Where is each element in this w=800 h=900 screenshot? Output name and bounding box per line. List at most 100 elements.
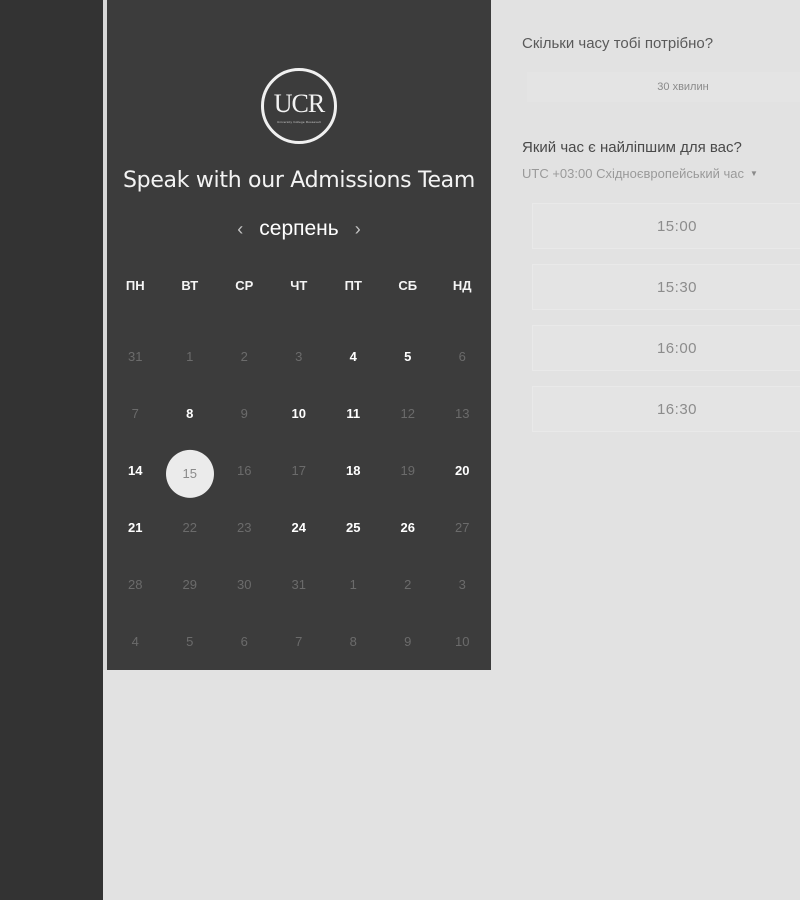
day-cell: 16 (217, 442, 272, 499)
day-cell[interactable]: 26 (381, 499, 436, 556)
day-number: 29 (182, 577, 197, 592)
day-cell[interactable]: 24 (272, 499, 327, 556)
day-cell: 6 (217, 613, 272, 670)
day-cell: 7 (272, 613, 327, 670)
day-number: 11 (346, 406, 361, 421)
day-number: 31 (291, 577, 306, 592)
month-navigation: ‹ серпень › (107, 217, 491, 241)
logo-subtitle: University College Roosevelt (277, 119, 321, 124)
day-cell[interactable]: 14 (108, 442, 163, 499)
panel-title: Speak with our Admissions Team (122, 168, 475, 193)
time-slot[interactable]: 15:30 (532, 264, 800, 310)
duration-option[interactable]: 30 хвилин (527, 72, 800, 102)
day-number: 28 (128, 577, 143, 592)
day-cell[interactable]: 10 (272, 385, 327, 442)
day-number: 5 (186, 634, 194, 649)
day-cell: 3 (435, 556, 490, 613)
day-cell: 1 (163, 328, 218, 385)
day-cell[interactable]: 21 (108, 499, 163, 556)
day-number: 17 (291, 463, 306, 478)
day-number: 1 (349, 577, 357, 592)
day-number: 22 (182, 520, 197, 535)
day-number: 20 (455, 463, 470, 478)
weekday-label: ВТ (181, 278, 199, 293)
day-cell[interactable]: 4 (326, 328, 381, 385)
time-slot[interactable]: 15:00 (532, 203, 800, 249)
day-number: 24 (291, 520, 306, 535)
logo-text: UCR (273, 88, 325, 118)
day-number: 3 (458, 577, 466, 592)
ucr-logo: UCR University College Roosevelt (261, 68, 337, 144)
day-cell: 4 (108, 613, 163, 670)
timezone-select[interactable]: UTC +03:00 Східноєвропейський час ▼ (522, 166, 758, 181)
day-cell: 29 (163, 556, 218, 613)
caret-down-icon: ▼ (749, 169, 758, 178)
day-cell: 31 (108, 328, 163, 385)
day-cell: 8 (326, 613, 381, 670)
day-number: 1 (186, 349, 194, 364)
day-cell[interactable]: 11 (326, 385, 381, 442)
day-cell: 13 (435, 385, 490, 442)
day-number: 9 (404, 634, 412, 649)
time-slot[interactable]: 16:00 (532, 325, 800, 371)
duration-question: Скільки часу тобі потрібно? (522, 35, 714, 52)
day-cell: 17 (272, 442, 327, 499)
day-number: 7 (131, 406, 139, 421)
day-number: 16 (237, 463, 252, 478)
month-label: серпень (259, 217, 339, 240)
day-cell[interactable]: 25 (326, 499, 381, 556)
day-cell: 12 (381, 385, 436, 442)
time-slot[interactable]: 16:30 (532, 386, 800, 432)
day-cell: 2 (381, 556, 436, 613)
day-number: 27 (455, 520, 470, 535)
day-number: 4 (349, 349, 357, 364)
day-number: 8 (186, 406, 194, 421)
day-number: 30 (237, 577, 252, 592)
day-number: 6 (458, 349, 466, 364)
day-number: 31 (128, 349, 143, 364)
chevron-right-icon[interactable]: › (351, 219, 365, 240)
day-cell: 9 (381, 613, 436, 670)
chevron-left-icon[interactable]: ‹ (233, 219, 247, 240)
day-number: 25 (346, 520, 361, 535)
day-cell: 9 (217, 385, 272, 442)
day-cell: 2 (217, 328, 272, 385)
day-cell: 30 (217, 556, 272, 613)
day-number: 14 (128, 463, 143, 478)
day-number: 6 (240, 634, 248, 649)
day-cell: 10 (435, 613, 490, 670)
day-cell: 7 (108, 385, 163, 442)
day-cell[interactable]: 5 (381, 328, 436, 385)
day-cell: 22 (163, 499, 218, 556)
weekday-label: ПТ (344, 278, 362, 293)
day-number: 19 (400, 463, 415, 478)
day-cell: 3 (272, 328, 327, 385)
day-number: 9 (240, 406, 248, 421)
day-cell: 6 (435, 328, 490, 385)
day-cell[interactable]: 20 (435, 442, 490, 499)
day-number: 12 (400, 406, 415, 421)
day-number: 8 (349, 634, 357, 649)
day-number: 3 (295, 349, 303, 364)
day-cell[interactable]: 18 (326, 442, 381, 499)
day-cell: 1 (326, 556, 381, 613)
day-number: 18 (346, 463, 361, 478)
day-cell: 27 (435, 499, 490, 556)
day-number: 10 (455, 634, 470, 649)
day-number: 21 (128, 520, 143, 535)
weekday-label: ПН (125, 278, 145, 293)
day-number: 13 (455, 406, 470, 421)
day-cell-selected[interactable]: 15 (163, 442, 218, 499)
weekday-label: НД (452, 278, 472, 293)
weekday-label: СР (235, 278, 254, 293)
day-cell: 23 (217, 499, 272, 556)
day-number: 15 (182, 466, 197, 481)
left-sidebar (0, 0, 103, 900)
day-number: 26 (400, 520, 415, 535)
weekday-label: ЧТ (290, 278, 308, 293)
calendar-panel: UCR University College Roosevelt Speak w… (107, 0, 491, 670)
day-cell[interactable]: 8 (163, 385, 218, 442)
timezone-label: UTC +03:00 Східноєвропейський час (522, 166, 744, 181)
time-question: Який час є найліпшим для вас? (522, 139, 742, 156)
day-number: 7 (295, 634, 303, 649)
